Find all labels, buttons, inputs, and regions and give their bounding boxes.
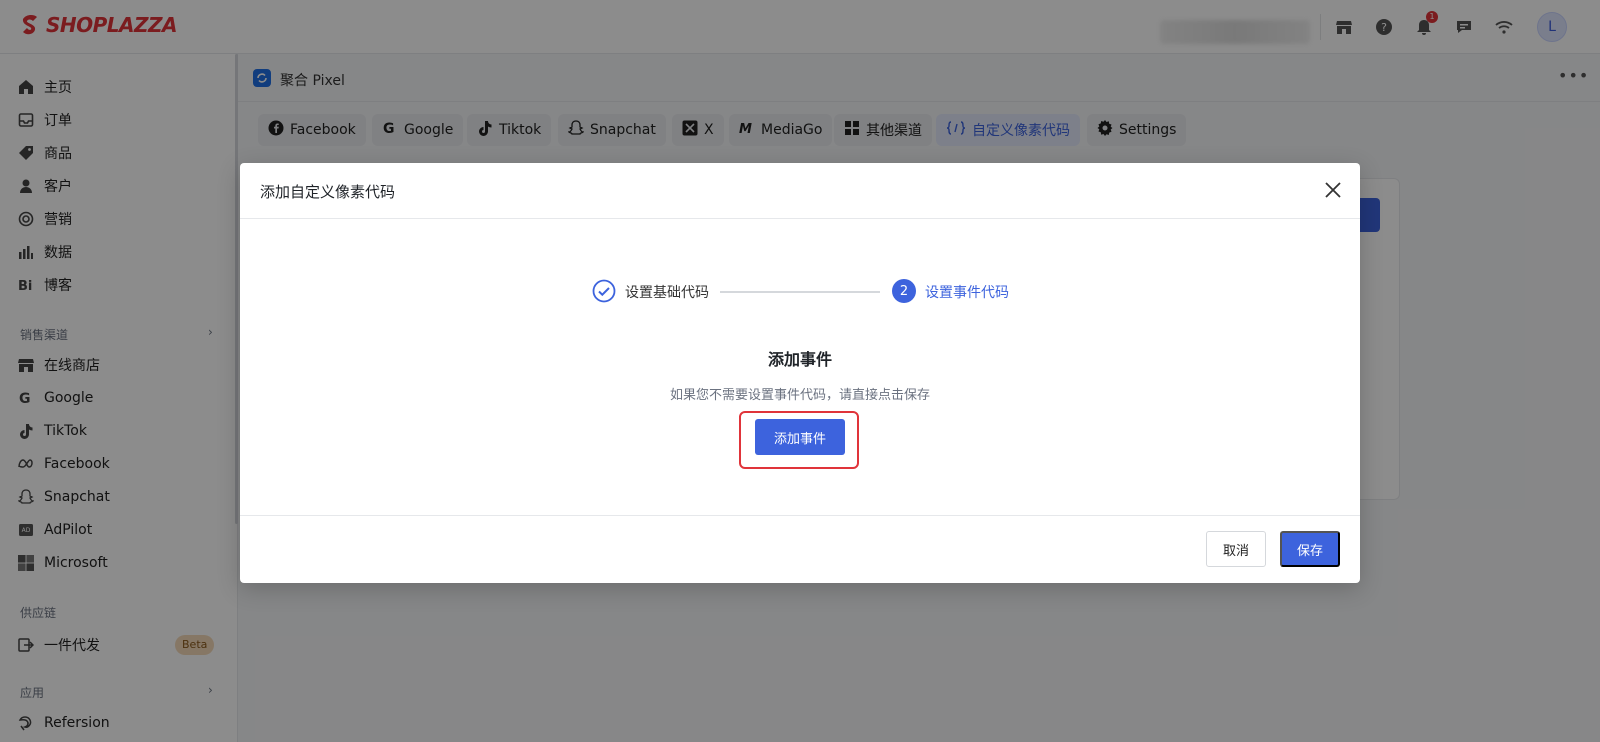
close-icon[interactable] [1322,179,1344,201]
cancel-button[interactable]: 取消 [1206,531,1266,567]
step-2-number: 2 [892,279,916,303]
add-event-button[interactable]: 添加事件 [755,419,845,455]
add-custom-pixel-modal: 添加自定义像素代码 设置基础代码 2 设置事件代码 添加事件 如果您不需要设置事… [240,163,1360,583]
save-button[interactable]: 保存 [1280,531,1340,567]
step-1-label: 设置基础代码 [625,285,709,301]
modal-header-divider [240,218,1360,219]
step-connector [720,291,880,293]
modal-footer-divider [240,515,1360,516]
add-event-description: 如果您不需要设置事件代码，请直接点击保存 [669,388,930,403]
modal-title: 添加自定义像素代码 [260,183,396,201]
step-2-label: 设置事件代码 [925,285,1009,301]
add-event-heading: 添加事件 [767,350,832,369]
check-circle-icon [592,279,616,303]
